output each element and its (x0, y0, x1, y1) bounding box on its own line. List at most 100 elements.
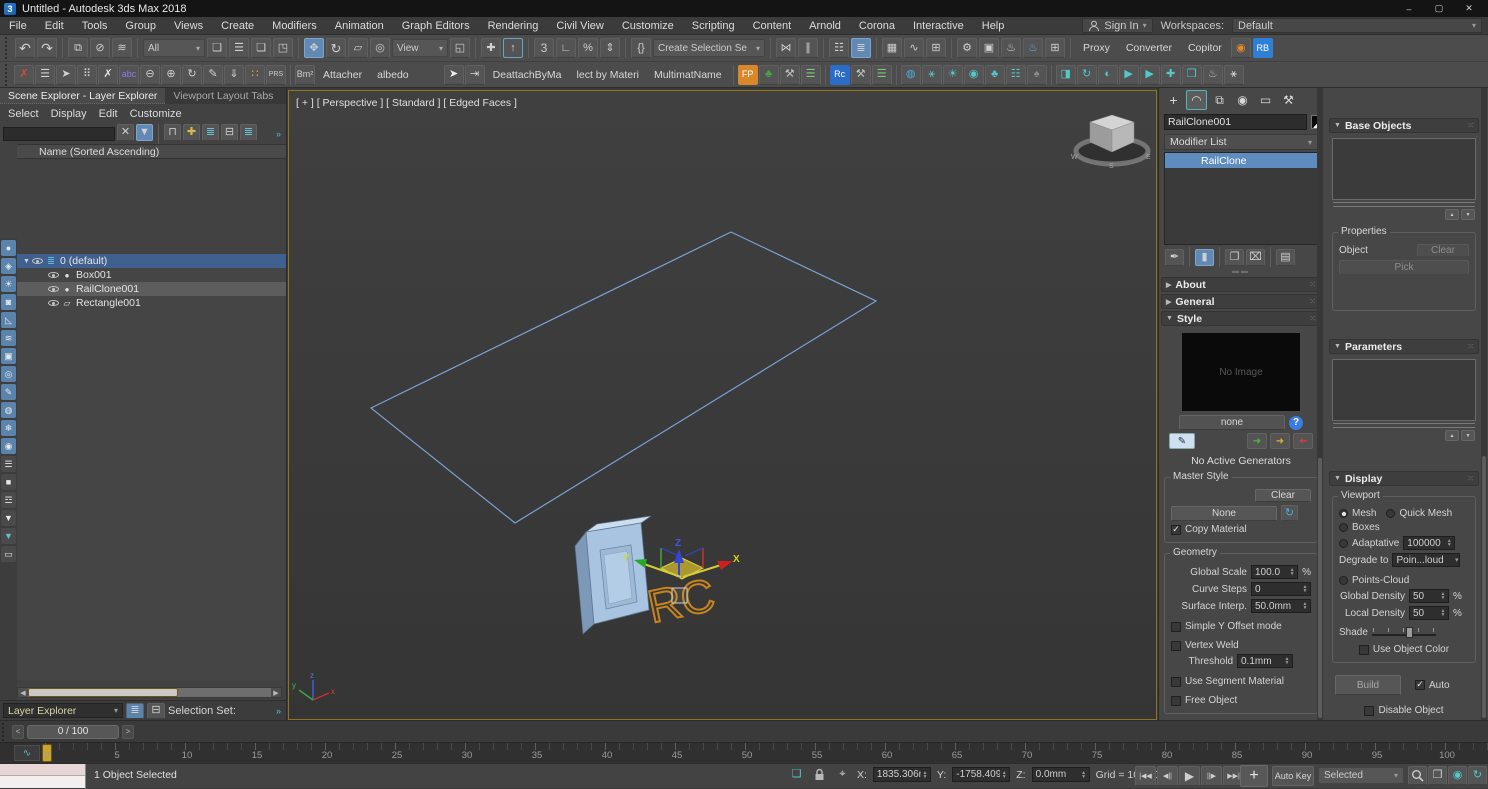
list-splitter[interactable] (1333, 202, 1475, 207)
move-down-button[interactable]: ▼ (1461, 430, 1475, 441)
albedo-button[interactable]: albedo (370, 65, 416, 85)
menu-customize[interactable]: Customize (613, 20, 683, 32)
go-to-start-button[interactable]: |◀◀ (1135, 766, 1156, 786)
sun-positioner-button[interactable]: ☀ (943, 65, 963, 85)
show-end-result-button[interactable]: ▮ (1195, 249, 1214, 266)
bulb-outline-button[interactable]: ⚹ (1224, 65, 1244, 85)
rollout-parameters[interactable]: ▼Parameters⁙ (1329, 339, 1479, 354)
next-frame-button[interactable]: ||▶ (1201, 766, 1222, 786)
drop-to-surface-button[interactable]: ⇓ (224, 65, 244, 85)
curve-editor-button[interactable]: ∿ (904, 38, 924, 58)
create-tab[interactable]: + (1163, 90, 1184, 110)
auto-key-button[interactable]: Auto Key (1272, 766, 1314, 786)
filter-dark-button[interactable]: ▼ (1, 510, 16, 526)
menu-corona[interactable]: Corona (850, 20, 904, 32)
base-objects-list[interactable] (1332, 138, 1476, 200)
current-frame-display[interactable]: 0 / 100 (27, 725, 119, 739)
previous-frame-spinner[interactable]: < (12, 725, 24, 739)
undo-button[interactable]: ↶ (15, 38, 35, 58)
window-crossing-selection-toggle[interactable]: ◳ (273, 38, 293, 58)
itoo-software-button[interactable]: ◍ (901, 65, 921, 85)
shade-slider-thumb[interactable] (1406, 627, 1413, 638)
points-cloud-radio[interactable] (1339, 576, 1348, 585)
scroll-right-icon[interactable]: ▶ (271, 689, 281, 697)
forest-pack-button[interactable]: FP (738, 65, 758, 85)
isolate-selection-toggle[interactable]: ❑ (788, 766, 805, 783)
forest-tools-button[interactable]: ⚒ (780, 65, 800, 85)
previous-frame-button[interactable]: ◀|| (1157, 766, 1178, 786)
master-style-none-button[interactable]: None (1171, 506, 1277, 521)
move-up-button[interactable]: ▲ (1445, 430, 1459, 441)
tree-row-railclone001[interactable]: ●RailClone001 (17, 282, 286, 296)
x-coordinate-field[interactable]: 1835.306m▲▼ (873, 767, 931, 782)
menu-customize[interactable]: Customize (128, 108, 192, 120)
unlink-selection-button[interactable]: ⊘ (90, 38, 110, 58)
tree-box-button[interactable]: ◨ (1056, 65, 1076, 85)
sort-list-button[interactable]: ☰ (1, 456, 16, 472)
shade-slider[interactable] (1372, 626, 1436, 638)
pin-stack-button[interactable]: ✒ (1165, 249, 1184, 266)
visibility-eye-icon[interactable] (32, 257, 43, 266)
modifier-stack-item[interactable]: RailClone (1165, 153, 1317, 168)
bind-to-space-warp-button[interactable]: ≋ (112, 38, 132, 58)
explorer-h-scrollbar[interactable]: ◀ ▶ (17, 687, 282, 698)
menu-edit[interactable]: Edit (97, 108, 128, 120)
toggle-scene-explorer-button[interactable]: ☷ (829, 38, 849, 58)
rb-button[interactable]: RB (1253, 38, 1273, 58)
menu-civil-view[interactable]: Civil View (547, 20, 612, 32)
menu-group[interactable]: Group (116, 20, 165, 32)
menu-tools[interactable]: Tools (73, 20, 117, 32)
proxy-button[interactable]: Proxy (1076, 38, 1117, 58)
filter-xrefs-toggle[interactable]: ◎ (1, 366, 16, 382)
export-style-button[interactable]: ➜ (1293, 433, 1313, 449)
menu-scripting[interactable]: Scripting (683, 20, 744, 32)
adaptative-spinner[interactable]: 100000▲▼ (1403, 536, 1455, 550)
menu-modifiers[interactable]: Modifiers (263, 20, 326, 32)
scrollbar-thumb[interactable] (28, 688, 178, 697)
menu-edit[interactable]: Edit (36, 20, 73, 32)
toolbar-overflow-icon[interactable]: » (276, 129, 283, 139)
y-coordinate-field[interactable]: -1758.409▲▼ (952, 767, 1010, 782)
filter-spacewarps-toggle[interactable]: ≋ (1, 330, 16, 346)
render-setup-button[interactable]: ⚙ (957, 38, 977, 58)
selection-lock-toggle[interactable] (811, 766, 828, 783)
rollout-divider[interactable]: ▬▬ (1159, 267, 1323, 275)
close-button[interactable]: ✕ (1454, 1, 1484, 16)
style-name-button[interactable]: none (1179, 415, 1285, 430)
degrade-to-dropdown[interactable]: Poin...loud▾ (1392, 553, 1460, 567)
merge-style-button[interactable]: ➜ (1270, 433, 1290, 449)
move-down-button[interactable]: ▼ (1461, 209, 1475, 220)
sort-doc-button[interactable]: ☲ (1, 492, 16, 508)
hierarchy-mode-button[interactable]: ⊟ (147, 703, 165, 719)
remove-modifier-button[interactable]: ⌧ (1246, 249, 1265, 266)
deattach-by-mat-button[interactable]: DeattachByMa (486, 65, 569, 85)
move-up-button[interactable]: ▲ (1445, 209, 1459, 220)
physical-camera-button[interactable]: ◉ (964, 65, 984, 85)
rollout-style[interactable]: ▼Style⁙ (1161, 311, 1321, 326)
boxes-radio[interactable] (1339, 523, 1348, 532)
parameters-list[interactable] (1332, 359, 1476, 421)
rectangular-selection-region-button[interactable]: ❏ (251, 38, 271, 58)
pen-sphere-button[interactable]: ✎ (203, 65, 223, 85)
redo-button[interactable]: ↷ (37, 38, 57, 58)
explorer-search-input[interactable] (3, 127, 115, 141)
copitor-button[interactable]: Copitor (1181, 38, 1229, 58)
select-by-name-button[interactable]: ☰ (229, 38, 249, 58)
z-coordinate-field[interactable]: 0.0mm▲▼ (1032, 767, 1090, 782)
align-button[interactable]: ∥ (798, 38, 818, 58)
box001-object[interactable] (575, 516, 651, 634)
rollout-about[interactable]: ▶About⁙ (1161, 277, 1321, 292)
corona-renderer-button[interactable]: ◉ (1231, 38, 1251, 58)
scatter-dots-button[interactable]: ∷ (245, 65, 265, 85)
named-selection-set-dropdown[interactable]: Create Selection Se▾ (653, 39, 765, 57)
rollout-display[interactable]: ▼Display⁙ (1329, 471, 1479, 486)
free-object-checkbox[interactable] (1171, 696, 1181, 706)
minimize-button[interactable]: – (1394, 1, 1424, 16)
use-segment-material-checkbox[interactable] (1171, 677, 1181, 687)
display-tab[interactable]: ▭ (1255, 90, 1276, 110)
dotted-grid-select-button[interactable]: ⠿ (77, 65, 97, 85)
adaptative-radio[interactable] (1339, 539, 1348, 548)
update-circle-button[interactable]: ↻ (1077, 65, 1097, 85)
filter-teal-button[interactable]: ▼ (1, 528, 16, 544)
build-button[interactable]: Build (1335, 675, 1401, 695)
